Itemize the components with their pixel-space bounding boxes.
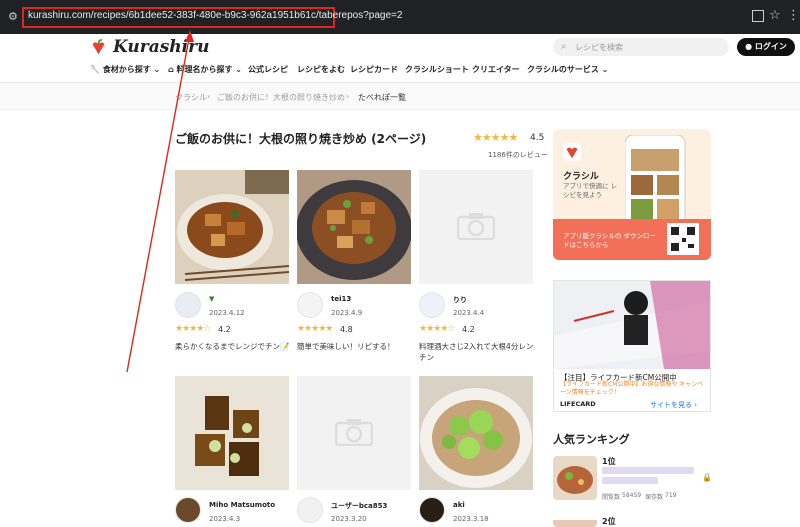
review-rating: 4.2 [218, 325, 231, 334]
page-title: ご飯のお供に！大根の照り焼き炒め (2ページ) [175, 132, 427, 146]
review-stars: ★★★★★ [297, 324, 333, 334]
review-photo-placeholder[interactable] [419, 170, 533, 284]
review-photo[interactable] [419, 376, 533, 490]
ad-brand: LIFECARD [560, 400, 596, 408]
review-comment: 柔らかくなるまでレンジでチン📝 [175, 342, 290, 351]
avatar[interactable] [297, 292, 323, 318]
qr-code-icon [667, 223, 699, 255]
review-user[interactable]: tei13 [331, 295, 351, 303]
review-date: 2023.4.12 [209, 309, 245, 317]
ad-banner[interactable]: 【注目】ライフカード新CM公開中 【ライフカード新CM公開中】お得な情報や キャ… [553, 280, 711, 412]
review-user[interactable]: Miho Matsumoto [209, 501, 275, 509]
ranking-heading: 人気ランキング [553, 433, 630, 446]
review-count: 1186件のレビュー [488, 151, 548, 159]
review-comment: 簡単で美味しい！リピする！ [297, 342, 395, 351]
review-user[interactable]: aki [453, 501, 465, 509]
ad-subtitle: 【ライフカード新CM公開中】お得な情報や キャンペーン情報をチェック！ [560, 381, 704, 396]
ranking-item-image[interactable] [553, 456, 597, 500]
app-promo-card[interactable]: クラシル アプリで快適に レシピを見よう アプリ版クラシルの ダウンロードはこち… [553, 129, 711, 260]
review-photo[interactable] [297, 170, 411, 284]
ranking-saves-label: 保存数 [645, 494, 664, 501]
review-stars: ★★★★☆ [419, 324, 455, 334]
phone-mockup-icon [625, 135, 686, 226]
review-date: 2023.3.20 [331, 515, 367, 523]
app-name: クラシル [563, 172, 599, 182]
review-user[interactable]: りり [453, 295, 467, 305]
review-photo-placeholder[interactable] [297, 376, 411, 490]
review-stars: ★★★★☆ [175, 324, 211, 334]
review-date: 2023.4.3 [209, 515, 241, 523]
camera-icon [457, 213, 495, 240]
review-user[interactable]: ユーザーbca853 [331, 501, 387, 511]
avatar[interactable] [297, 497, 323, 523]
ad-link[interactable]: サイトを見る › [650, 400, 697, 410]
review-date: 2023.4.9 [331, 309, 363, 317]
rating-stars: ★★★★★ [473, 131, 518, 144]
review-rating: 4.8 [340, 325, 353, 334]
review-photo[interactable] [175, 376, 289, 490]
review-date: 2023.3.18 [453, 515, 489, 523]
lock-icon: 🔒 [702, 473, 712, 482]
avatar[interactable] [175, 497, 201, 523]
avatar[interactable] [175, 292, 201, 318]
ranking-title-redacted[interactable] [602, 477, 658, 484]
app-download-text: アプリ版クラシルの ダウンロードはこちらから [563, 232, 656, 249]
ad-image [554, 281, 710, 369]
ranking-position: 2位 [602, 517, 616, 526]
review-date: 2023.4.4 [453, 309, 485, 317]
app-download-banner[interactable]: アプリ版クラシルの ダウンロードはこちらから [553, 219, 711, 260]
review-photo[interactable] [175, 170, 289, 284]
ranking-views: 58459 [622, 492, 642, 499]
ranking-title-redacted[interactable] [602, 467, 694, 474]
avatar[interactable] [419, 292, 445, 318]
app-logo-icon [563, 143, 581, 161]
ranking-views-label: 閲覧数 [602, 494, 621, 501]
review-comment: 料理酒大さじ2入れて大根4分レンチン [419, 342, 534, 362]
ranking-position: 1位 [602, 457, 616, 466]
ranking-item-image[interactable] [553, 516, 597, 527]
ranking-saves: 719 [665, 492, 677, 499]
avatar[interactable] [419, 497, 445, 523]
user-badge-icon: ▼ [209, 295, 215, 303]
app-desc: アプリで快適に レシピを見よう [563, 182, 618, 199]
camera-icon [335, 419, 373, 446]
review-rating: 4.2 [462, 325, 475, 334]
rating-value: 4.5 [530, 133, 545, 143]
